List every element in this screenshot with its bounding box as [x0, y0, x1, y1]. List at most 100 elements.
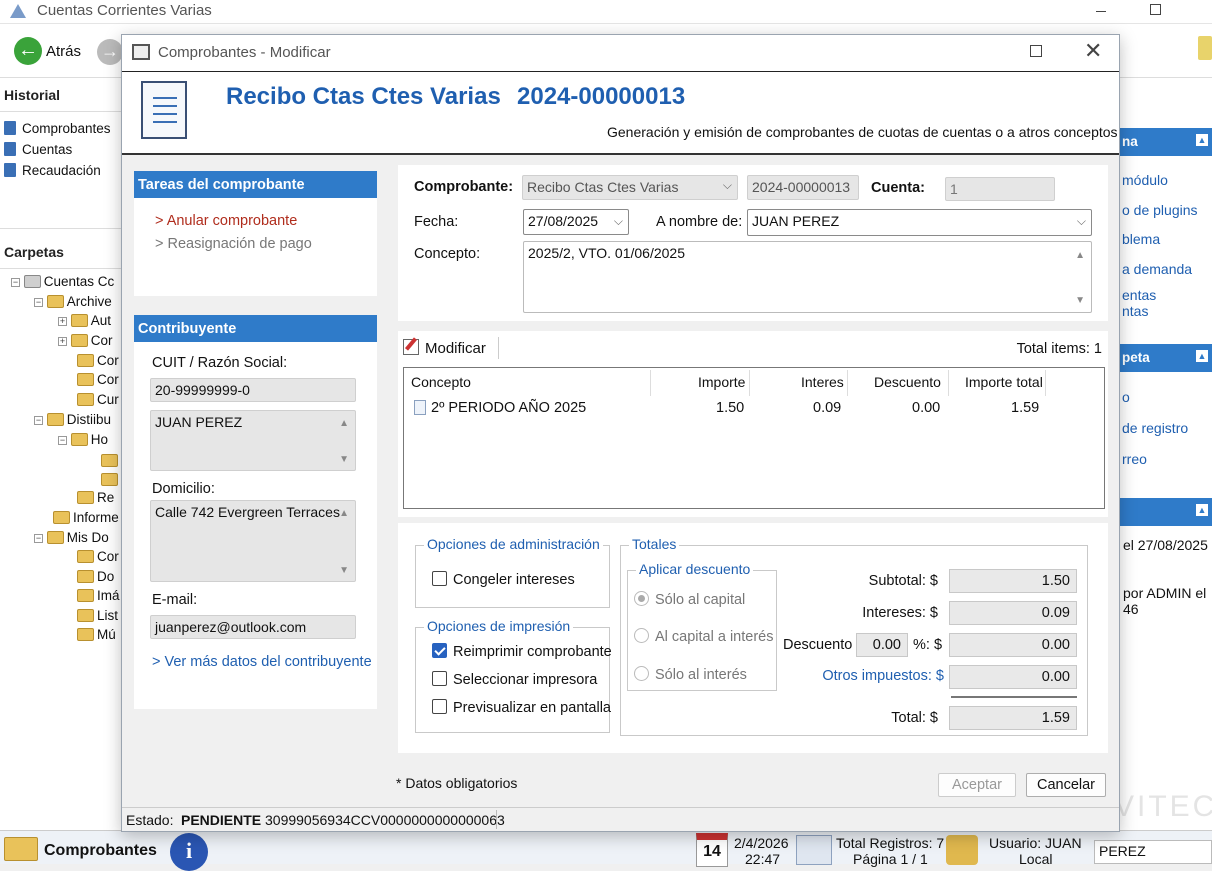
tree-cor2[interactable]: Cor	[77, 353, 119, 368]
tree-cor1[interactable]: + Cor	[58, 333, 113, 348]
tree-archive[interactable]: − Archive	[34, 294, 112, 309]
tree-root[interactable]: − Cuentas Cc	[11, 274, 114, 289]
checkbox-unchecked-icon[interactable]	[432, 699, 447, 714]
radio-solo-capital[interactable]: Sólo al capital	[634, 591, 745, 608]
collapse-arrow-icon[interactable]: ▲	[1196, 350, 1208, 362]
tree-cor3[interactable]: Cor	[77, 372, 119, 387]
col-descuento[interactable]: Descuento	[874, 374, 941, 390]
cancelar-button[interactable]: Cancelar	[1026, 773, 1106, 797]
maximize-icon[interactable]	[1150, 4, 1161, 15]
nombre-select[interactable]: JUAN PEREZ ⌵	[747, 209, 1092, 236]
reimprimir-checkbox[interactable]: Reimprimir comprobante	[432, 643, 612, 660]
anular-link[interactable]: > Anular comprobante	[155, 213, 297, 229]
collapse-icon[interactable]: −	[34, 298, 43, 307]
intereses-label: Intereses: $	[862, 605, 938, 621]
right-link-cuentas-b[interactable]: ntas	[1122, 303, 1148, 319]
previsualizar-checkbox[interactable]: Previsualizar en pantalla	[432, 699, 611, 716]
tree-sub-folder-1[interactable]	[101, 452, 121, 468]
aceptar-button[interactable]: Aceptar	[938, 773, 1016, 797]
collapse-arrow-icon[interactable]: ▲	[1196, 134, 1208, 146]
opciones-admin-title: Opciones de administración	[424, 536, 603, 552]
forward-arrow-icon[interactable]: →	[97, 39, 123, 65]
radio-capital-interes[interactable]: Al capital a interés	[634, 628, 773, 645]
radio-unselected-icon[interactable]	[634, 666, 649, 681]
edit-icon[interactable]	[403, 337, 419, 355]
collapse-icon[interactable]: −	[34, 416, 43, 425]
comprobante-select[interactable]: Recibo Ctas Ctes Varias ⌵	[522, 175, 738, 200]
razon-social-field[interactable]: JUAN PEREZ ▲ ▼	[150, 410, 356, 471]
plugin-icon[interactable]	[1198, 36, 1212, 60]
tree-sub-folder-2[interactable]	[101, 471, 121, 487]
close-icon[interactable]: ✕	[1084, 39, 1102, 63]
scroll-down-icon[interactable]: ▼	[1075, 295, 1085, 306]
scroll-down-icon[interactable]: ▼	[339, 565, 349, 576]
reasignacion-link[interactable]: > Reasignación de pago	[155, 236, 312, 252]
back-button[interactable]: Atrás	[46, 43, 81, 60]
tree-mu[interactable]: Mú	[77, 627, 116, 642]
tree-ima[interactable]: Imá	[77, 588, 120, 603]
chevron-down-icon[interactable]: ⌵	[614, 214, 623, 229]
collapse-icon[interactable]: −	[34, 534, 43, 543]
ver-mas-link[interactable]: > Ver más datos del contribuyente	[152, 654, 372, 670]
checkbox-unchecked-icon[interactable]	[432, 571, 447, 586]
right-link-correo[interactable]: rreo	[1122, 451, 1147, 467]
expand-icon[interactable]: +	[58, 317, 67, 326]
congelar-checkbox[interactable]: Congeler intereses	[432, 571, 575, 588]
chevron-down-icon[interactable]: ⌵	[1077, 214, 1086, 229]
historial-item-comprobantes[interactable]: Comprobantes	[4, 121, 111, 136]
radio-solo-interes[interactable]: Sólo al interés	[634, 666, 747, 683]
fecha-picker[interactable]: 27/08/2025 ⌵	[523, 209, 629, 235]
scroll-down-icon[interactable]: ▼	[339, 454, 349, 465]
tree-hoj[interactable]: − Ho	[58, 432, 108, 447]
right-link-registro[interactable]: de registro	[1122, 420, 1188, 436]
tree-doc[interactable]: Do	[77, 569, 114, 584]
checkbox-checked-icon[interactable]	[432, 643, 447, 658]
heading-name: Recibo Ctas Ctes Varias	[226, 83, 501, 110]
domicilio-field[interactable]: Calle 742 Evergreen Terraces ▲ ▼	[150, 500, 356, 582]
modificar-button[interactable]: Modificar	[425, 340, 486, 357]
tree-list[interactable]: List	[77, 608, 118, 623]
checkbox-unchecked-icon[interactable]	[432, 671, 447, 686]
collapse-arrow-icon[interactable]: ▲	[1196, 504, 1208, 516]
radio-unselected-icon[interactable]	[634, 628, 649, 643]
expand-icon[interactable]: +	[58, 337, 67, 346]
tree-distiibu[interactable]: − Distiibu	[34, 412, 111, 427]
info-icon[interactable]: i	[170, 833, 208, 871]
tree-cur[interactable]: Cur	[77, 392, 119, 407]
right-link-modulo[interactable]: módulo	[1122, 172, 1168, 188]
tree-informe[interactable]: Informe	[53, 510, 119, 525]
seleccionar-impresora-checkbox[interactable]: Seleccionar impresora	[432, 671, 597, 688]
collapse-icon[interactable]: −	[58, 436, 67, 445]
chevron-down-icon[interactable]: ⌵	[723, 178, 732, 193]
minimize-icon[interactable]	[1096, 11, 1106, 12]
descuento-pct-field[interactable]: 0.00	[856, 633, 908, 657]
cuit-field[interactable]: 20-99999999-0	[150, 378, 356, 402]
back-arrow-icon[interactable]: ←	[14, 37, 42, 65]
tree-misdo[interactable]: − Mis Do	[34, 530, 109, 545]
right-link-problema[interactable]: blema	[1122, 231, 1160, 247]
concepto-textarea[interactable]: 2025/2, VTO. 01/06/2025 ▲ ▼	[523, 241, 1092, 313]
otros-impuestos-link[interactable]: Otros impuestos: $	[822, 668, 944, 684]
historial-item-recaudacion[interactable]: Recaudación	[4, 163, 101, 178]
tareas-header: Tareas del comprobante	[134, 171, 377, 198]
email-field[interactable]: juanperez@outlook.com	[150, 615, 356, 639]
col-importe-total[interactable]: Importe total	[965, 374, 1043, 390]
tree-re[interactable]: Re	[77, 490, 114, 505]
collapse-icon[interactable]: −	[11, 278, 20, 287]
col-importe[interactable]: Importe	[698, 374, 745, 390]
maximize-icon[interactable]	[1030, 45, 1042, 57]
radio-selected-icon[interactable]	[634, 591, 649, 606]
tree-aut[interactable]: + Aut	[58, 313, 111, 328]
right-link-cuentas-a[interactable]: entas	[1122, 287, 1156, 303]
tree-cor4[interactable]: Cor	[77, 549, 119, 564]
scroll-up-icon[interactable]: ▲	[339, 508, 349, 519]
col-interes[interactable]: Interes	[801, 374, 844, 390]
right-link-plugins[interactable]: o de plugins	[1122, 202, 1198, 218]
scroll-up-icon[interactable]: ▲	[339, 418, 349, 429]
right-link-o[interactable]: o	[1122, 389, 1130, 405]
right-link-demanda[interactable]: a demanda	[1122, 261, 1192, 277]
col-concepto[interactable]: Concepto	[411, 374, 471, 390]
historial-item-cuentas[interactable]: Cuentas	[4, 142, 72, 157]
folder-icon	[46, 531, 64, 544]
scroll-up-icon[interactable]: ▲	[1075, 250, 1085, 261]
